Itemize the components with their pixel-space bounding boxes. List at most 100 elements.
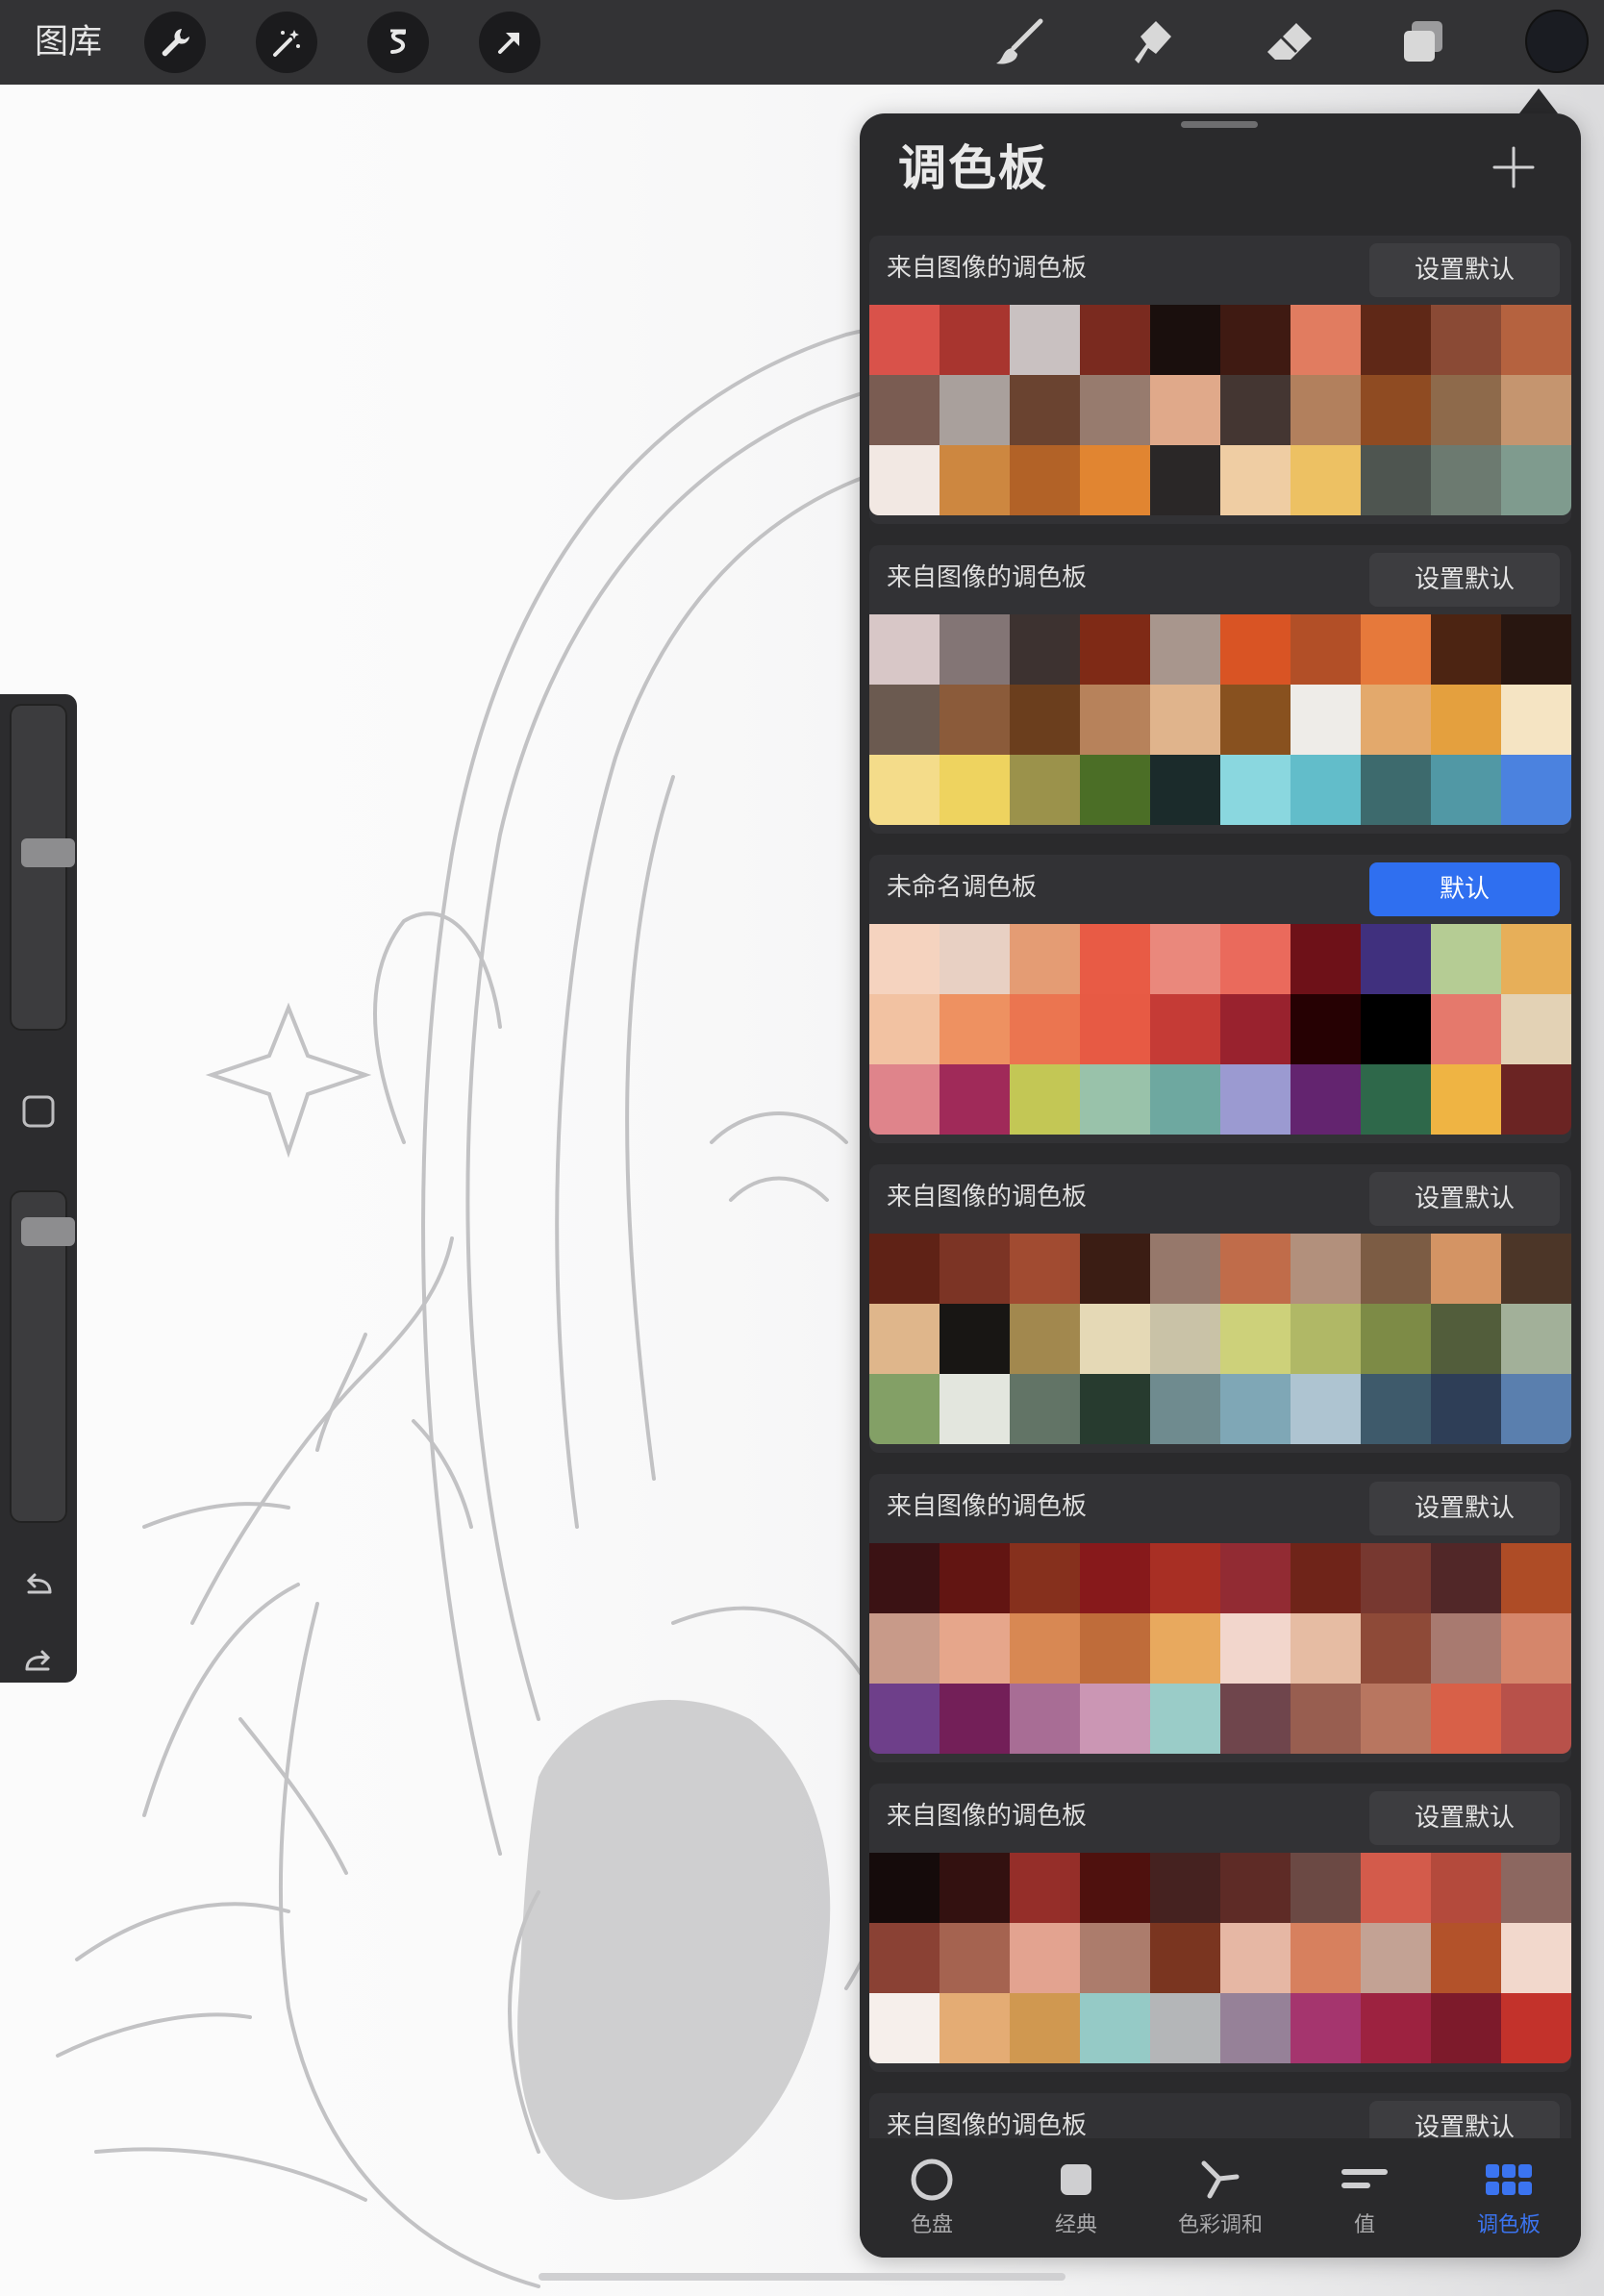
undo-icon[interactable]	[19, 1565, 58, 1604]
color-swatch[interactable]	[1150, 924, 1220, 994]
color-swatch[interactable]	[1501, 924, 1571, 994]
color-swatch[interactable]	[869, 1684, 940, 1754]
brush-size-slider[interactable]	[10, 704, 75, 1031]
color-swatch[interactable]	[1501, 755, 1571, 825]
color-swatch[interactable]	[1220, 755, 1291, 825]
color-swatch[interactable]	[940, 924, 1010, 994]
color-swatch[interactable]	[1080, 924, 1150, 994]
palette-card[interactable]: 未命名调色板 默认	[869, 855, 1571, 1143]
color-swatch[interactable]	[1220, 375, 1291, 445]
color-swatch[interactable]	[1080, 614, 1150, 685]
color-swatch[interactable]	[1431, 1304, 1501, 1374]
color-swatch[interactable]	[1361, 924, 1431, 994]
color-swatch[interactable]	[940, 1923, 1010, 1993]
color-swatch[interactable]	[1291, 375, 1361, 445]
color-swatch[interactable]	[1220, 1304, 1291, 1374]
color-swatch[interactable]	[1431, 305, 1501, 375]
color-swatch[interactable]	[1501, 1064, 1571, 1135]
color-swatch[interactable]	[1010, 685, 1080, 755]
color-swatch[interactable]	[1150, 1853, 1220, 1923]
palette-name[interactable]: 未命名调色板	[887, 866, 1037, 909]
color-swatch[interactable]	[869, 305, 940, 375]
color-swatch[interactable]	[1291, 994, 1361, 1064]
color-swatch[interactable]	[1150, 305, 1220, 375]
color-swatch[interactable]	[1080, 1684, 1150, 1754]
color-swatch[interactable]	[1291, 1304, 1361, 1374]
set-default-button[interactable]: 设置默认	[1369, 1482, 1560, 1535]
color-swatch[interactable]	[1080, 1853, 1150, 1923]
color-swatch[interactable]	[1150, 614, 1220, 685]
color-swatch[interactable]	[1080, 1923, 1150, 1993]
color-swatch[interactable]	[1361, 445, 1431, 515]
color-swatch[interactable]	[1431, 1613, 1501, 1684]
color-swatch[interactable]	[1010, 994, 1080, 1064]
color-swatch[interactable]	[1361, 1234, 1431, 1304]
color-swatch[interactable]	[1431, 685, 1501, 755]
color-swatch[interactable]	[1501, 1613, 1571, 1684]
color-swatch[interactable]	[1361, 755, 1431, 825]
color-swatch[interactable]	[1501, 685, 1571, 755]
color-swatch[interactable]	[1291, 924, 1361, 994]
color-swatch[interactable]	[869, 614, 940, 685]
color-swatch[interactable]	[869, 924, 940, 994]
color-swatch[interactable]	[1501, 1853, 1571, 1923]
palette-name[interactable]: 来自图像的调色板	[887, 1485, 1087, 1528]
color-swatch[interactable]	[1080, 685, 1150, 755]
color-swatch[interactable]	[1220, 305, 1291, 375]
set-default-button[interactable]: 设置默认	[1369, 243, 1560, 297]
color-swatch[interactable]	[940, 375, 1010, 445]
color-swatch[interactable]	[1010, 1613, 1080, 1684]
color-swatch[interactable]	[869, 1374, 940, 1444]
color-swatch[interactable]	[1080, 1993, 1150, 2063]
color-swatch[interactable]	[1501, 1374, 1571, 1444]
color-swatch[interactable]	[869, 1064, 940, 1135]
color-swatch[interactable]	[1010, 1374, 1080, 1444]
color-swatch[interactable]	[940, 1853, 1010, 1923]
color-swatch[interactable]	[1361, 1684, 1431, 1754]
color-swatch[interactable]	[1431, 994, 1501, 1064]
color-swatch[interactable]	[1080, 375, 1150, 445]
palette-name[interactable]: 来自图像的调色板	[887, 247, 1087, 289]
palette-card[interactable]: 来自图像的调色板 设置默认	[869, 236, 1571, 524]
color-swatch[interactable]	[940, 1374, 1010, 1444]
color-swatch[interactable]	[1431, 1064, 1501, 1135]
color-swatch[interactable]	[869, 1304, 940, 1374]
color-swatch[interactable]	[1501, 614, 1571, 685]
color-swatch[interactable]	[1080, 1234, 1150, 1304]
set-default-button[interactable]: 设置默认	[1369, 1791, 1560, 1845]
color-swatch[interactable]	[1431, 614, 1501, 685]
wrench-icon[interactable]	[144, 12, 206, 73]
color-swatch[interactable]	[1150, 994, 1220, 1064]
color-swatch[interactable]	[869, 375, 940, 445]
color-swatch[interactable]	[1010, 755, 1080, 825]
color-swatch[interactable]	[1010, 1064, 1080, 1135]
color-swatch[interactable]	[1220, 1923, 1291, 1993]
color-swatch[interactable]	[1361, 1064, 1431, 1135]
color-swatch[interactable]	[1501, 375, 1571, 445]
eraser-icon[interactable]	[1260, 15, 1317, 69]
brush-icon[interactable]	[990, 15, 1048, 69]
color-swatch[interactable]	[1291, 1543, 1361, 1613]
color-swatch[interactable]	[869, 1543, 940, 1613]
color-swatch[interactable]	[1220, 1064, 1291, 1135]
color-swatch[interactable]	[1431, 755, 1501, 825]
tab-classic[interactable]: 经典	[1004, 2138, 1148, 2258]
color-swatch[interactable]	[1150, 1543, 1220, 1613]
color-swatch[interactable]	[1080, 1613, 1150, 1684]
color-swatch[interactable]	[1431, 1993, 1501, 2063]
color-swatch[interactable]	[1150, 685, 1220, 755]
color-swatch[interactable]	[1010, 1684, 1080, 1754]
color-swatch[interactable]	[1220, 1543, 1291, 1613]
color-swatch[interactable]	[869, 1234, 940, 1304]
color-swatch[interactable]	[1291, 755, 1361, 825]
color-swatch[interactable]	[1150, 1613, 1220, 1684]
color-swatch[interactable]	[1291, 1993, 1361, 2063]
color-swatch[interactable]	[869, 1613, 940, 1684]
palette-card[interactable]: 来自图像的调色板 设置默认	[869, 1784, 1571, 2072]
color-swatch[interactable]	[1501, 445, 1571, 515]
color-swatch[interactable]	[1080, 1374, 1150, 1444]
color-swatch[interactable]	[1501, 1923, 1571, 1993]
color-swatch[interactable]	[1080, 305, 1150, 375]
tab-value[interactable]: 值	[1292, 2138, 1437, 2258]
color-swatch[interactable]	[1431, 1923, 1501, 1993]
